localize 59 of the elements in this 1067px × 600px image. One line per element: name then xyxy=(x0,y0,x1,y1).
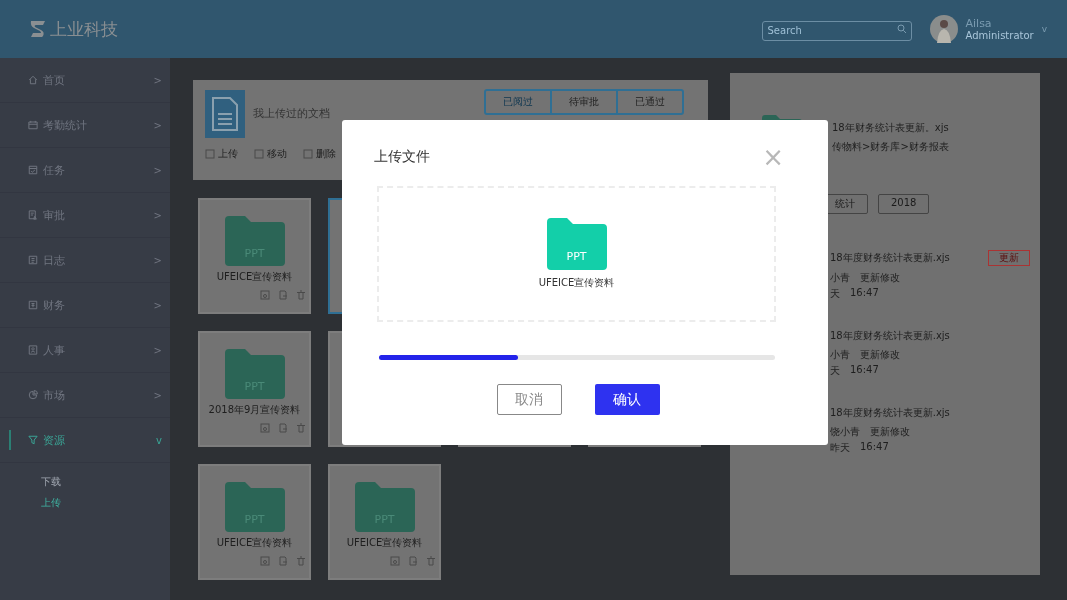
user-role: Administrator xyxy=(965,30,1034,41)
confirm-button[interactable]: 确认 xyxy=(594,384,660,415)
search-icon xyxy=(896,24,907,34)
finance-icon xyxy=(27,299,39,311)
user-menu-caret[interactable]: v xyxy=(1041,24,1047,34)
image-icon[interactable] xyxy=(260,556,270,566)
chart-icon xyxy=(27,389,39,401)
search-field[interactable]: Search xyxy=(761,20,912,41)
file-name: 2018年9月宣传资料 xyxy=(208,403,301,417)
history-time: 16:47 xyxy=(850,287,879,300)
tag: 2018 xyxy=(878,194,930,214)
image-icon[interactable] xyxy=(260,290,270,300)
file-name: UFEICE宣传资料 xyxy=(216,270,293,284)
calendar-icon xyxy=(27,119,39,131)
history-day: 天 xyxy=(830,287,840,301)
file-title: 18年财务统计表更新。xjs xyxy=(832,121,949,135)
history-day: 天 xyxy=(830,364,840,378)
history-file: 18年度财务统计表更新.xjs xyxy=(830,406,950,420)
document-icon xyxy=(205,90,245,138)
history-action: 更新修改 xyxy=(860,348,900,362)
filter-tab[interactable]: 已通过 xyxy=(616,91,682,113)
filter-icon xyxy=(27,434,39,446)
image-icon[interactable] xyxy=(390,556,400,566)
history-action: 更新修改 xyxy=(860,271,900,285)
task-icon xyxy=(27,164,39,176)
approval-icon xyxy=(27,209,39,221)
user-name: Ailsa xyxy=(965,17,992,30)
log-icon xyxy=(27,254,39,266)
folder-icon: PPT xyxy=(546,218,607,270)
logo-text: 上业科技 xyxy=(50,17,118,41)
toolbar-button[interactable]: 移动 xyxy=(254,147,287,161)
history-file: 18年度财务统计表更新.xjs xyxy=(830,251,950,265)
submenu-item[interactable]: 上传 xyxy=(41,492,61,513)
dialog-title: 上传文件 xyxy=(374,148,430,166)
history-time: 16:47 xyxy=(860,441,889,454)
close-button[interactable]: × xyxy=(762,144,784,170)
drop-zone[interactable]: PPT UFEICE宣传资料 xyxy=(377,186,776,322)
home-icon xyxy=(27,74,39,86)
sidebar-item[interactable]: 资源 v xyxy=(0,418,170,463)
history-user: 饶小青 xyxy=(830,425,860,439)
file-name: UFEICE宣传资料 xyxy=(216,536,293,550)
toolbar-button[interactable]: 删除 xyxy=(303,147,336,161)
file-name: UFEICE宣传资料 xyxy=(346,536,423,550)
filter-tab[interactable]: 已阅过 xyxy=(486,91,550,113)
history-day: 昨天 xyxy=(830,441,850,455)
logo-icon xyxy=(28,19,48,39)
history-file: 18年度财务统计表更新.xjs xyxy=(830,329,950,343)
file-name: UFEICE宣传资料 xyxy=(538,276,615,290)
image-icon[interactable] xyxy=(260,423,270,433)
person-icon xyxy=(27,344,39,356)
history-action: 更新修改 xyxy=(870,425,910,439)
history-user: 小青 xyxy=(830,348,850,362)
history-time: 16:47 xyxy=(850,364,879,377)
file-path: 传物料>财务库>财务报表 xyxy=(832,140,949,154)
filter-tab[interactable]: 待审批 xyxy=(550,91,616,113)
history-user: 小青 xyxy=(830,271,850,285)
cancel-button[interactable]: 取消 xyxy=(496,384,562,415)
submenu-item[interactable]: 下载 xyxy=(41,471,61,492)
update-tag: 更新 xyxy=(987,250,1030,266)
